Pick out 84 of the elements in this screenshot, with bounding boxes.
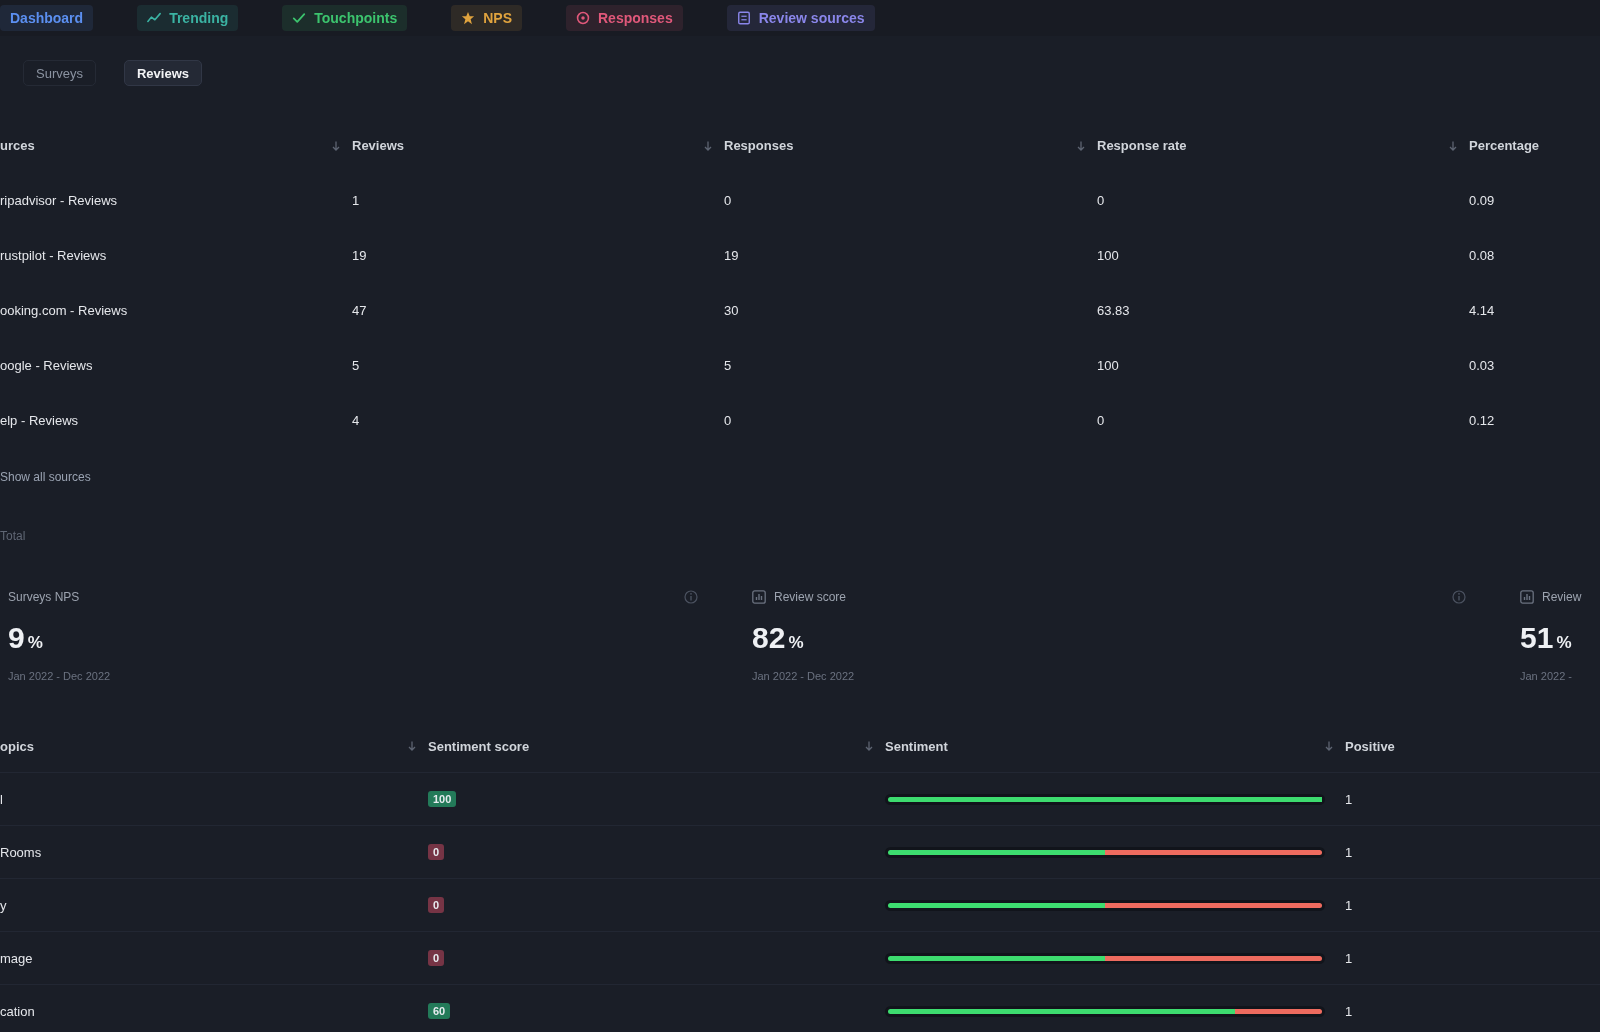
star-icon [461, 11, 476, 25]
sort-icon[interactable] [865, 741, 873, 751]
positive-count: 1 [1345, 791, 1353, 807]
table-cell: ooking.com - Reviews [0, 303, 128, 318]
score-badge: 0 [428, 844, 445, 860]
score-badge: 60 [428, 1003, 451, 1019]
sort-icon[interactable] [332, 140, 340, 151]
positive-count: 1 [1345, 1003, 1353, 1019]
score-badge: 100 [428, 791, 457, 807]
sort-icon[interactable] [704, 140, 712, 151]
kpi-label: Review score [774, 590, 847, 604]
topic-cell: cation [0, 1003, 35, 1019]
nav-tab[interactable]: Review sources [726, 5, 875, 31]
positive-count: 1 [1345, 844, 1353, 860]
kpi-label: Surveys NPS [8, 590, 80, 604]
kpi-label: Review [1542, 590, 1582, 604]
topic-cell: y [0, 897, 7, 913]
column-header[interactable]: Reviews [352, 138, 405, 153]
table-cell: 63.83 [1097, 303, 1130, 318]
kpi-value: 9% [8, 620, 43, 656]
score-badge: 0 [428, 897, 445, 913]
positive-count: 1 [1345, 897, 1353, 913]
sub-tab[interactable]: Surveys [23, 60, 96, 86]
table-cell: 0.03 [1469, 358, 1495, 373]
table-cell: 5 [724, 358, 732, 373]
nav-tab[interactable]: NPS [451, 5, 522, 31]
sort-icon[interactable] [1325, 741, 1333, 751]
show-all-link[interactable]: Show all sources [0, 470, 91, 484]
sort-icon[interactable] [1449, 140, 1457, 151]
table-cell: 0.08 [1469, 248, 1495, 263]
nav-tab[interactable]: Dashboard [0, 5, 94, 31]
trend-line-icon [147, 11, 162, 25]
table-cell: 0.12 [1469, 413, 1495, 428]
sub-tab[interactable]: Reviews [123, 60, 202, 86]
column-header[interactable]: Response rate [1097, 138, 1187, 153]
bar-chart-icon [752, 590, 766, 604]
column-header[interactable]: Percentage [1469, 138, 1540, 153]
table-cell: 1 [352, 193, 360, 208]
column-header[interactable]: urces [0, 138, 35, 153]
sort-icon[interactable] [1077, 140, 1085, 151]
info-icon[interactable] [1452, 590, 1466, 604]
table-cell: 0 [1097, 193, 1105, 208]
kpi-period: Jan 2022 - [1520, 669, 1572, 684]
kpi-value: 82% [752, 620, 804, 656]
sort-icon[interactable] [408, 741, 416, 751]
topic-cell: Rooms [0, 844, 42, 860]
table-cell: elp - Reviews [0, 413, 79, 428]
table-cell: 47 [352, 303, 367, 318]
score-badge: 0 [428, 950, 445, 966]
table-cell: 19 [352, 248, 367, 263]
table-cell: 0 [1097, 413, 1105, 428]
total-label: Total [0, 529, 26, 543]
table-cell: 100 [1097, 248, 1119, 263]
column-header[interactable]: opics [0, 738, 34, 754]
bar-chart-icon [1520, 590, 1534, 604]
column-header[interactable]: Positive [1345, 738, 1395, 754]
table-cell: 4 [352, 413, 360, 428]
list-icon [736, 11, 751, 25]
table-cell: oogle - Reviews [0, 358, 93, 373]
column-header[interactable]: Sentiment score [428, 738, 530, 754]
kpi-period: Jan 2022 - Dec 2022 [8, 669, 111, 684]
topic-cell: l [0, 791, 3, 807]
table-cell: 30 [724, 303, 739, 318]
check-icon [292, 11, 307, 25]
table-cell: rustpilot - Reviews [0, 248, 107, 263]
column-header[interactable]: Sentiment [885, 738, 948, 754]
table-cell: 4.14 [1469, 303, 1495, 318]
nav-tab[interactable]: Responses [566, 5, 683, 31]
nav-tab[interactable]: Trending [137, 5, 239, 31]
column-header[interactable]: Responses [724, 138, 794, 153]
table-cell: ripadvisor - Reviews [0, 193, 118, 208]
info-icon[interactable] [684, 590, 698, 604]
positive-count: 1 [1345, 950, 1353, 966]
table-cell: 0.09 [1469, 193, 1495, 208]
ring-icon [576, 11, 590, 25]
table-cell: 5 [352, 358, 360, 373]
table-cell: 0 [724, 193, 732, 208]
kpi-value: 51% [1520, 620, 1572, 656]
table-cell: 19 [724, 248, 739, 263]
kpi-period: Jan 2022 - Dec 2022 [752, 669, 855, 684]
nav-tab[interactable]: Touchpoints [282, 5, 408, 31]
table-cell: 100 [1097, 358, 1119, 373]
table-cell: 0 [724, 413, 732, 428]
topic-cell: mage [0, 950, 33, 966]
